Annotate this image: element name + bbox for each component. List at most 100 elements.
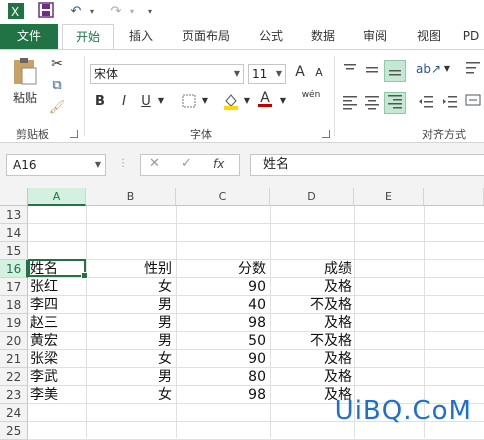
cell-b17[interactable]: 女 <box>88 278 172 296</box>
cell-c24[interactable] <box>178 404 266 422</box>
cell-b15[interactable] <box>88 242 172 260</box>
cell-b13[interactable] <box>88 206 172 224</box>
row-header-21[interactable]: 21 <box>0 350 28 368</box>
font-color-icon[interactable]: A <box>258 90 272 112</box>
row-header-16[interactable]: 16 <box>0 260 28 278</box>
cell-c13[interactable] <box>178 206 266 224</box>
cell-a17[interactable]: 张红 <box>30 278 84 296</box>
insert-function-icon[interactable]: fx <box>213 157 224 171</box>
format-painter-icon[interactable]: 🖌 <box>46 100 68 120</box>
paste-button[interactable]: 粘贴 <box>8 56 42 108</box>
tab-view[interactable]: 视图 <box>406 24 452 49</box>
column-header-d[interactable]: D <box>270 188 354 206</box>
cell-a24[interactable] <box>30 404 84 422</box>
column-header-c[interactable]: C <box>176 188 270 206</box>
row-header-13[interactable]: 13 <box>0 206 28 224</box>
row-header-15[interactable]: 15 <box>0 242 28 260</box>
cell-a21[interactable]: 张梁 <box>30 350 84 368</box>
bold-button[interactable]: B <box>92 94 108 109</box>
cell-a15[interactable] <box>30 242 84 260</box>
italic-button[interactable]: I <box>116 94 132 109</box>
row-header-25[interactable]: 25 <box>0 422 28 440</box>
cell-d21[interactable]: 及格 <box>272 350 352 368</box>
enter-icon[interactable]: ✓ <box>181 156 192 171</box>
cell-c25[interactable] <box>178 422 266 440</box>
tab-review[interactable]: 审阅 <box>352 24 398 49</box>
cell-d16[interactable]: 成绩 <box>272 260 352 278</box>
save-icon[interactable] <box>36 2 56 22</box>
orientation-icon[interactable]: ab↗ <box>416 62 441 82</box>
row-header-14[interactable]: 14 <box>0 224 28 242</box>
align-middle-icon[interactable] <box>362 62 382 82</box>
row-header-19[interactable]: 19 <box>0 314 28 332</box>
cell-d18[interactable]: 不及格 <box>272 296 352 314</box>
cell-c17[interactable]: 90 <box>178 278 266 296</box>
align-center-icon[interactable] <box>362 94 382 114</box>
tab-page-layout[interactable]: 页面布局 <box>170 24 242 49</box>
cell-a19[interactable]: 赵三 <box>30 314 84 332</box>
customize-toolbar-icon[interactable]: ▾ <box>144 2 156 22</box>
cell-d15[interactable] <box>272 242 352 260</box>
cell-c23[interactable]: 98 <box>178 386 266 404</box>
cell-c16[interactable]: 分数 <box>178 260 266 278</box>
merge-center-icon[interactable] <box>462 92 484 114</box>
cell-c22[interactable]: 80 <box>178 368 266 386</box>
cell-a18[interactable]: 李四 <box>30 296 84 314</box>
name-box[interactable]: A16 ▼ <box>6 154 106 176</box>
clipboard-launcher-icon[interactable] <box>70 130 78 138</box>
column-header-e[interactable]: E <box>354 188 424 206</box>
tab-formulas[interactable]: 公式 <box>248 24 294 49</box>
cell-b22[interactable]: 男 <box>88 368 172 386</box>
align-top-icon[interactable] <box>340 62 360 82</box>
cell-b18[interactable]: 男 <box>88 296 172 314</box>
fill-handle[interactable] <box>81 272 88 279</box>
cell-b16[interactable]: 性别 <box>88 260 172 278</box>
cell-c21[interactable]: 90 <box>178 350 266 368</box>
align-right-icon[interactable] <box>384 92 406 114</box>
column-header-a[interactable]: A <box>28 188 86 206</box>
row-header-18[interactable]: 18 <box>0 296 28 314</box>
resize-grip-icon[interactable]: ⋮ <box>118 158 128 172</box>
tab-file[interactable]: 文件 <box>0 24 58 49</box>
cell-a13[interactable] <box>30 206 84 224</box>
phonetic-button[interactable]: wén <box>300 90 322 100</box>
cell-c18[interactable]: 40 <box>178 296 266 314</box>
align-bottom-icon[interactable] <box>384 60 406 82</box>
row-header-24[interactable]: 24 <box>0 404 28 422</box>
row-header-22[interactable]: 22 <box>0 368 28 386</box>
font-size-combo[interactable]: 11 ▼ <box>248 64 286 84</box>
cell-b20[interactable]: 男 <box>88 332 172 350</box>
formula-input[interactable]: 姓名 <box>250 154 484 176</box>
font-name-combo[interactable]: 宋体 ▼ <box>90 64 244 84</box>
copy-icon[interactable]: ⧉ <box>46 78 68 98</box>
redo-icon[interactable]: ↷ <box>106 2 126 22</box>
cancel-icon[interactable]: ✕ <box>149 156 160 171</box>
cell-d22[interactable]: 及格 <box>272 368 352 386</box>
align-left-icon[interactable] <box>340 94 360 114</box>
tab-home[interactable]: 开始 <box>62 24 114 50</box>
cell-b14[interactable] <box>88 224 172 242</box>
cell-b21[interactable]: 女 <box>88 350 172 368</box>
tab-data[interactable]: 数据 <box>300 24 346 49</box>
undo-icon[interactable]: ↶ <box>66 2 86 22</box>
cell-b25[interactable] <box>88 422 172 440</box>
cell-b23[interactable]: 女 <box>88 386 172 404</box>
increase-indent-icon[interactable] <box>440 94 460 114</box>
row-header-20[interactable]: 20 <box>0 332 28 350</box>
border-icon[interactable] <box>180 94 198 110</box>
decrease-indent-icon[interactable] <box>416 94 436 114</box>
fill-color-icon[interactable] <box>222 92 240 112</box>
cell-d14[interactable] <box>272 224 352 242</box>
tab-insert[interactable]: 插入 <box>118 24 164 49</box>
cell-d17[interactable]: 及格 <box>272 278 352 296</box>
font-launcher-icon[interactable] <box>322 130 330 138</box>
cell-b19[interactable]: 男 <box>88 314 172 332</box>
chevron-down-icon[interactable]: ▼ <box>242 96 252 105</box>
cell-a25[interactable] <box>30 422 84 440</box>
row-header-17[interactable]: 17 <box>0 278 28 296</box>
cell-c15[interactable] <box>178 242 266 260</box>
cell-d13[interactable] <box>272 206 352 224</box>
tab-pdf[interactable]: PD <box>458 24 484 49</box>
underline-button[interactable]: U <box>138 94 154 109</box>
chevron-down-icon[interactable]: ▼ <box>156 96 166 105</box>
